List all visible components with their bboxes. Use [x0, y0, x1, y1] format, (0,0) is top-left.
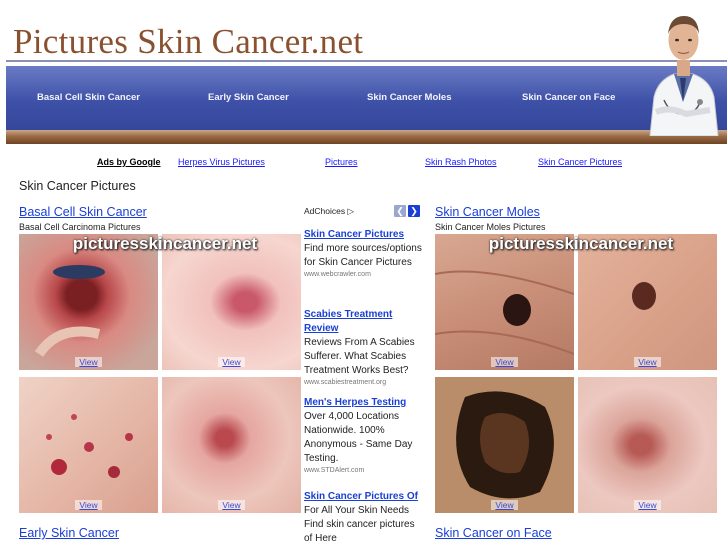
- ad-url[interactable]: www.STDAlert.com: [304, 466, 422, 476]
- photo-thumb[interactable]: View: [19, 377, 158, 513]
- doctor-photo: [649, 16, 719, 136]
- ads-column: AdChoices ▷ ❮ ❯ Skin Cancer Pictures Fin…: [304, 204, 422, 545]
- photo-thumb[interactable]: View: [435, 377, 574, 513]
- photo-thumb[interactable]: View: [162, 377, 301, 513]
- ad-description: Find more sources/options for Skin Cance…: [304, 243, 422, 268]
- ad-prev-arrow-icon[interactable]: ❮: [394, 205, 406, 217]
- photo-thumb[interactable]: View: [162, 234, 301, 370]
- ad-url[interactable]: www.scabiestreatment.org: [304, 378, 422, 388]
- ad-link-skin-rash-photos[interactable]: Skin Rash Photos: [425, 157, 497, 167]
- nav-early-skin-cancer[interactable]: Early Skin Cancer: [208, 66, 289, 130]
- site-title[interactable]: Pictures Skin Cancer.net: [13, 22, 363, 62]
- ad-item: Scabies Treatment Review Reviews From A …: [304, 308, 422, 388]
- photo-grid-skin-cancer-moles: View View View View picturesskincancer.n…: [435, 234, 727, 514]
- ad-title[interactable]: Men's Herpes Testing: [304, 396, 422, 410]
- watermark-logo: picturesskincancer.net: [72, 234, 258, 253]
- section-subtitle-basal-cell: Basal Cell Carcinoma Pictures: [19, 222, 141, 232]
- ad-title[interactable]: Skin Cancer Pictures Of: [304, 490, 422, 504]
- view-link[interactable]: View: [218, 500, 245, 510]
- nav-basal-cell-skin-cancer[interactable]: Basal Cell Skin Cancer: [37, 66, 140, 130]
- view-link[interactable]: View: [491, 357, 518, 367]
- ad-description: Over 4,000 Locations Nationwide. 100% An…: [304, 411, 413, 464]
- nav-skin-cancer-moles[interactable]: Skin Cancer Moles: [367, 66, 451, 130]
- ad-link-herpes-virus-pictures[interactable]: Herpes Virus Pictures: [178, 157, 265, 167]
- main-nav: Basal Cell Skin Cancer Early Skin Cancer…: [6, 66, 727, 130]
- page-title: Skin Cancer Pictures: [19, 179, 136, 193]
- ad-description: Reviews From A Scabies Sufferer. What Sc…: [304, 337, 415, 376]
- view-link[interactable]: View: [634, 357, 661, 367]
- ads-by-google[interactable]: Ads by Google: [97, 157, 161, 167]
- ad-url[interactable]: www.webcrawler.com: [304, 270, 422, 280]
- ad-description: For All Your Skin Needs Find skin cancer…: [304, 505, 415, 544]
- adchoices-icon: ▷: [347, 206, 355, 216]
- photo-thumb[interactable]: View: [435, 234, 574, 370]
- ad-item: Men's Herpes Testing Over 4,000 Location…: [304, 396, 422, 476]
- nav-bottom-bar: [6, 130, 727, 144]
- ad-title[interactable]: Scabies Treatment Review: [304, 308, 422, 336]
- section-title-basal-cell[interactable]: Basal Cell Skin Cancer: [19, 205, 147, 219]
- view-link[interactable]: View: [75, 357, 102, 367]
- photo-thumb[interactable]: View: [578, 377, 717, 513]
- ad-link-pictures[interactable]: Pictures: [325, 157, 358, 167]
- nav-top-line: [6, 60, 727, 62]
- view-link[interactable]: View: [491, 500, 518, 510]
- section-title-early-skin-cancer[interactable]: Early Skin Cancer: [19, 526, 119, 540]
- section-title-skin-cancer-moles[interactable]: Skin Cancer Moles: [435, 205, 540, 219]
- ad-link-skin-cancer-pictures[interactable]: Skin Cancer Pictures: [538, 157, 622, 167]
- section-title-skin-cancer-on-face[interactable]: Skin Cancer on Face: [435, 526, 552, 540]
- view-link[interactable]: View: [218, 357, 245, 367]
- photo-thumb[interactable]: View: [578, 234, 717, 370]
- view-link[interactable]: View: [634, 500, 661, 510]
- site-header: Pictures Skin Cancer.net Basal Cell Skin…: [0, 0, 727, 145]
- photo-grid-basal-cell: View View View View picturesskincancer.n…: [19, 234, 311, 514]
- nav-skin-cancer-on-face[interactable]: Skin Cancer on Face: [522, 66, 615, 130]
- ad-title[interactable]: Skin Cancer Pictures: [304, 228, 422, 242]
- photo-thumb[interactable]: View: [19, 234, 158, 370]
- ad-next-arrow-icon[interactable]: ❯: [408, 205, 420, 217]
- view-link[interactable]: View: [75, 500, 102, 510]
- watermark-logo: picturesskincancer.net: [488, 234, 674, 253]
- ad-links-row: Ads by Google Herpes Virus Pictures Pict…: [0, 157, 727, 171]
- ad-item: Skin Cancer Pictures Of For All Your Ski…: [304, 490, 422, 545]
- section-subtitle-skin-cancer-moles: Skin Cancer Moles Pictures: [435, 222, 546, 232]
- adchoices-label[interactable]: AdChoices ▷: [304, 206, 354, 217]
- ad-item: Skin Cancer Pictures Find more sources/o…: [304, 228, 422, 280]
